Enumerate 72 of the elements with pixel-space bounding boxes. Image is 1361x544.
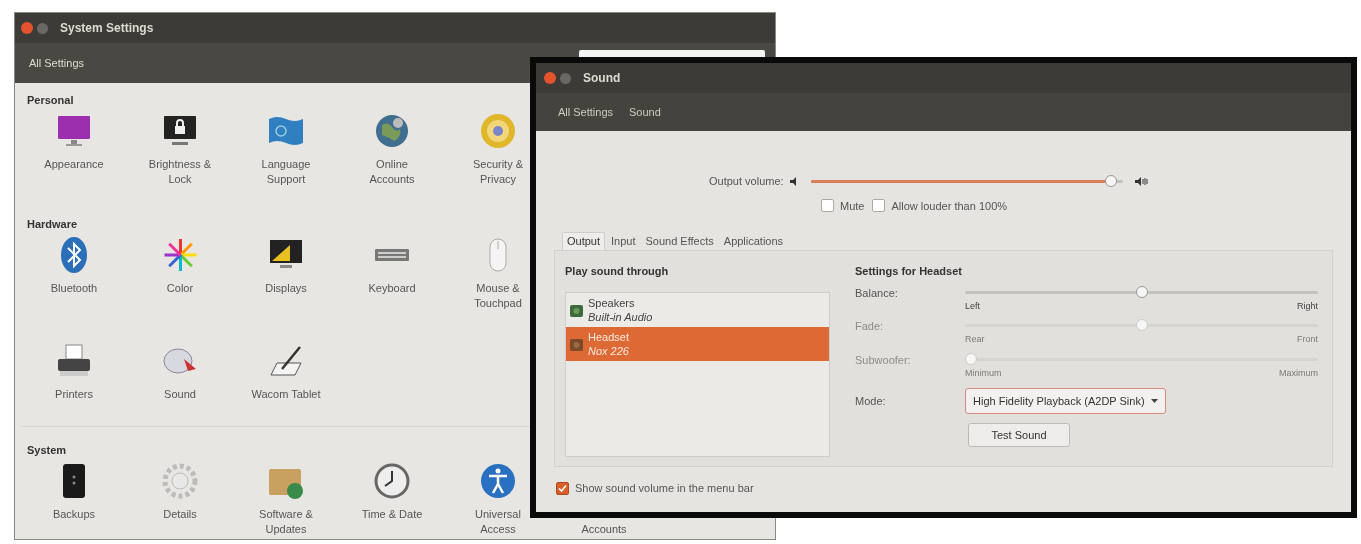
section-heading: Hardware xyxy=(26,217,79,231)
section-heading: Play sound through xyxy=(565,264,670,279)
slider-min-label: Rear xyxy=(965,333,985,346)
mode-label: Mode: xyxy=(855,393,887,409)
disc-icon xyxy=(478,111,518,151)
minimize-button[interactable] xyxy=(560,72,571,84)
slider-min-label: Left xyxy=(965,299,980,313)
slider-thumb[interactable] xyxy=(1135,285,1148,298)
clock-icon xyxy=(372,461,412,501)
checkbox-label: Allow louder than 100% xyxy=(891,198,1008,214)
breadcrumb-button[interactable]: All Settings xyxy=(558,103,614,121)
device-detail: Built-in Audio xyxy=(588,309,653,324)
slider-label: Fade: xyxy=(855,319,885,334)
settings-item-label[interactable]: Details xyxy=(163,507,197,522)
checkbox[interactable] xyxy=(821,199,834,213)
settings-item-label[interactable]: Displays xyxy=(265,281,307,296)
window-title: System Settings xyxy=(60,20,154,37)
checkbox-label: Show sound volume in the menu bar xyxy=(575,481,754,496)
all-settings-button[interactable]: All Settings xyxy=(29,54,85,72)
settings-item-label[interactable]: Accounts xyxy=(581,522,627,537)
device-detail: Nox 226 xyxy=(588,343,629,358)
section-heading: Personal xyxy=(26,93,75,107)
volume-high-icon xyxy=(1134,176,1148,186)
settings-item-label[interactable]: Software & Updates xyxy=(259,507,313,537)
settings-item-label[interactable]: Language Support xyxy=(261,157,311,187)
settings-item-label[interactable]: Mouse & Touchpad xyxy=(474,281,522,311)
accessibility-icon xyxy=(478,461,518,501)
volume-low-icon xyxy=(789,176,799,186)
settings-item-label[interactable]: Time & Date xyxy=(361,507,423,522)
close-button[interactable] xyxy=(544,72,556,84)
slider-min-label: Minimum xyxy=(965,366,1002,380)
slider-label: Balance: xyxy=(855,285,899,301)
settings-item-label[interactable]: Backups xyxy=(52,507,96,522)
device-name: Speakers xyxy=(588,295,636,310)
device-row[interactable]: Speakers Built-in Audio xyxy=(566,292,829,327)
settings-item-label[interactable]: Bluetooth xyxy=(50,281,98,296)
search-field[interactable] xyxy=(579,50,765,57)
settings-item-label[interactable]: Color xyxy=(166,281,194,296)
settings-item-label[interactable]: Keyboard xyxy=(368,281,416,296)
caret-icon xyxy=(1150,399,1158,403)
tab[interactable]: Input xyxy=(607,232,640,250)
settings-item-label[interactable]: Printers xyxy=(55,387,93,402)
settings-item-label[interactable]: Brightness & Lock xyxy=(148,157,212,187)
settings-item-label[interactable]: Sound xyxy=(164,387,196,402)
tab[interactable]: Output xyxy=(562,232,606,250)
device-name: Headset xyxy=(588,329,629,344)
checkbox[interactable] xyxy=(556,481,569,495)
settings-item-label[interactable]: Wacom Tablet xyxy=(251,387,321,402)
settings-item-label[interactable]: Appearance xyxy=(44,157,104,172)
checkbox[interactable] xyxy=(872,199,886,213)
slider-max-label: Right xyxy=(1297,299,1318,313)
section-heading: Settings for Headset xyxy=(855,264,963,279)
gear-icon xyxy=(160,461,200,501)
settings-item-label[interactable]: Universal Access xyxy=(475,507,521,537)
checkbox-label: Mute xyxy=(840,198,865,214)
slider-thumb[interactable] xyxy=(1104,174,1117,187)
output-volume-label: Output volume: xyxy=(709,174,784,189)
mode-dropdown[interactable]: High Fidelity Playback (A2DP Sink) xyxy=(965,388,1166,414)
slider-label: Subwoofer: xyxy=(855,352,912,368)
close-button[interactable] xyxy=(21,22,33,34)
window-title: Sound xyxy=(583,70,621,87)
settings-item-label[interactable]: Security & Privacy xyxy=(472,157,524,187)
slider-max-label: Front xyxy=(1297,333,1318,346)
test-sound-button[interactable]: Test Sound xyxy=(968,423,1070,447)
breadcrumb-button[interactable]: Sound xyxy=(629,103,661,121)
minimize-button[interactable] xyxy=(37,22,48,34)
tab[interactable]: Applications xyxy=(719,232,788,250)
tab[interactable]: Sound Effects xyxy=(641,232,718,250)
slider-max-label: Maximum xyxy=(1279,366,1318,380)
check-icon xyxy=(558,483,567,493)
settings-item-label[interactable]: Online Accounts xyxy=(369,157,415,187)
section-heading: System xyxy=(26,443,68,457)
